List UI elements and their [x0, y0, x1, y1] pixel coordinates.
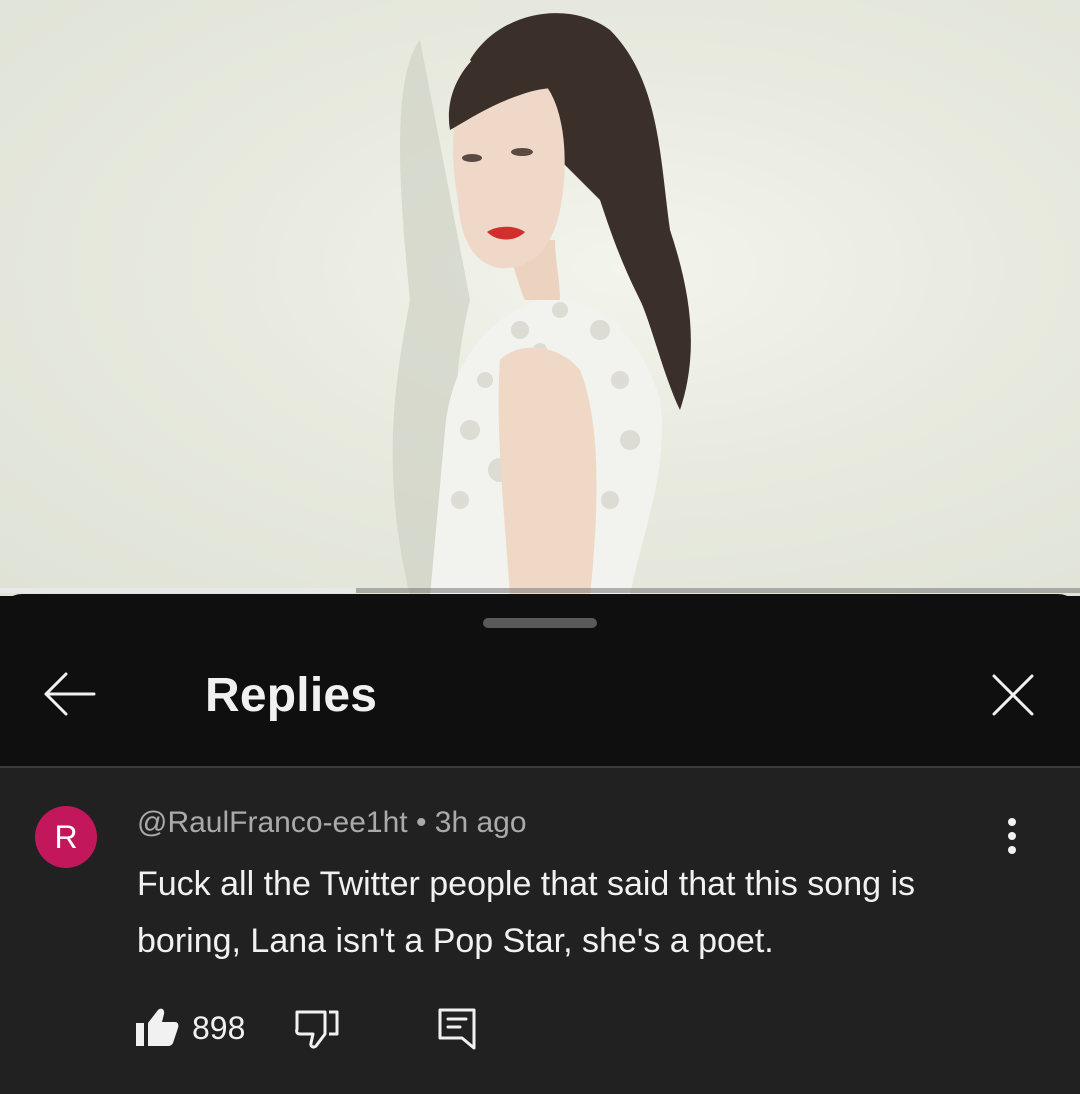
drag-handle[interactable] [483, 618, 597, 628]
dislike-button[interactable] [292, 1006, 340, 1050]
like-icon [136, 1008, 179, 1046]
author-handle[interactable]: @RaulFranco-ee1ht [137, 806, 408, 839]
more-options-button[interactable] [996, 812, 1028, 860]
like-count: 898 [192, 1010, 246, 1046]
meta-separator: • [415, 806, 427, 839]
comment-time: 3h ago [434, 806, 527, 839]
reply-icon [438, 1008, 476, 1050]
more-vertical-icon-dot [1008, 832, 1016, 840]
more-vertical-icon-dot [1008, 846, 1016, 854]
like-button[interactable] [134, 1006, 180, 1048]
reply-button[interactable] [436, 1006, 478, 1050]
close-button[interactable] [984, 666, 1042, 724]
more-vertical-icon [1008, 818, 1016, 826]
sheet-title: Replies [205, 669, 378, 722]
close-icon [992, 674, 1034, 716]
comment-text: Fuck all the Twitter people that said th… [137, 865, 916, 960]
video-progress-bar[interactable] [0, 588, 1080, 593]
arrow-left-icon [44, 672, 96, 716]
comment-meta: @RaulFranco-ee1ht • 3h ago [137, 806, 527, 840]
back-button[interactable] [38, 668, 102, 720]
video-thumbnail [392, 13, 691, 596]
video-progress-fill [0, 588, 357, 593]
video-player[interactable] [0, 0, 1080, 596]
avatar[interactable]: R [35, 806, 97, 868]
dislike-icon [295, 1010, 339, 1049]
